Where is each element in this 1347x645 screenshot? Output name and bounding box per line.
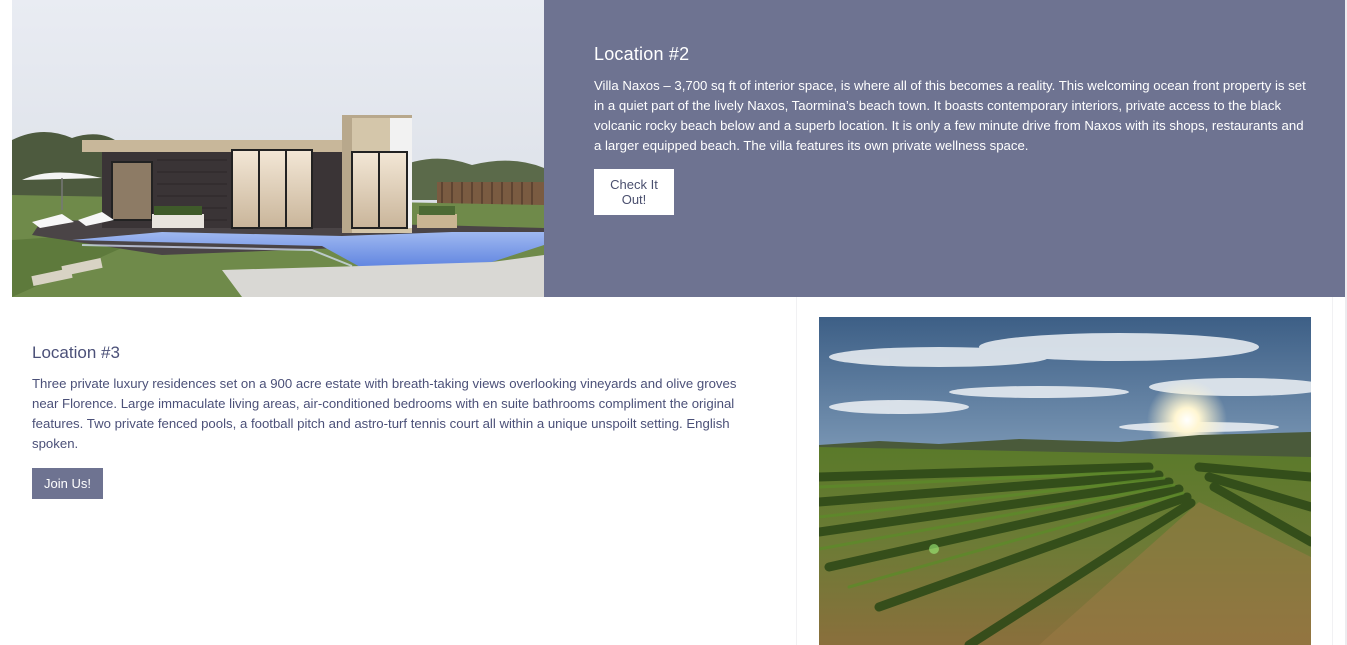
check-it-out-button[interactable]: Check It Out! bbox=[594, 169, 674, 215]
column-divider-right bbox=[1332, 297, 1333, 645]
location-3-content: Location #3 Three private luxury residen… bbox=[32, 343, 752, 499]
left-gutter bbox=[0, 0, 12, 297]
vineyard-sunset-photo bbox=[819, 317, 1311, 645]
location-3-description: Three private luxury residences set on a… bbox=[32, 376, 737, 451]
vineyard-photo bbox=[819, 317, 1311, 645]
location-3-section: Location #3 Three private luxury residen… bbox=[0, 297, 1347, 645]
column-divider bbox=[796, 297, 797, 645]
location-2-title: Location #2 bbox=[594, 44, 690, 64]
modern-villa-with-pool-photo bbox=[12, 0, 544, 297]
page: Location #2 Villa Naxos – 3,700 sq ft of… bbox=[0, 0, 1347, 645]
location-3-title: Location #3 bbox=[32, 343, 120, 362]
location-2-content: Location #2 Villa Naxos – 3,700 sq ft of… bbox=[594, 44, 1306, 215]
location-2-section: Location #2 Villa Naxos – 3,700 sq ft of… bbox=[0, 0, 1347, 297]
location-2-description: Villa Naxos – 3,700 sq ft of interior sp… bbox=[594, 78, 1306, 153]
villa-photo bbox=[12, 0, 544, 297]
join-us-button[interactable]: Join Us! bbox=[32, 468, 103, 499]
